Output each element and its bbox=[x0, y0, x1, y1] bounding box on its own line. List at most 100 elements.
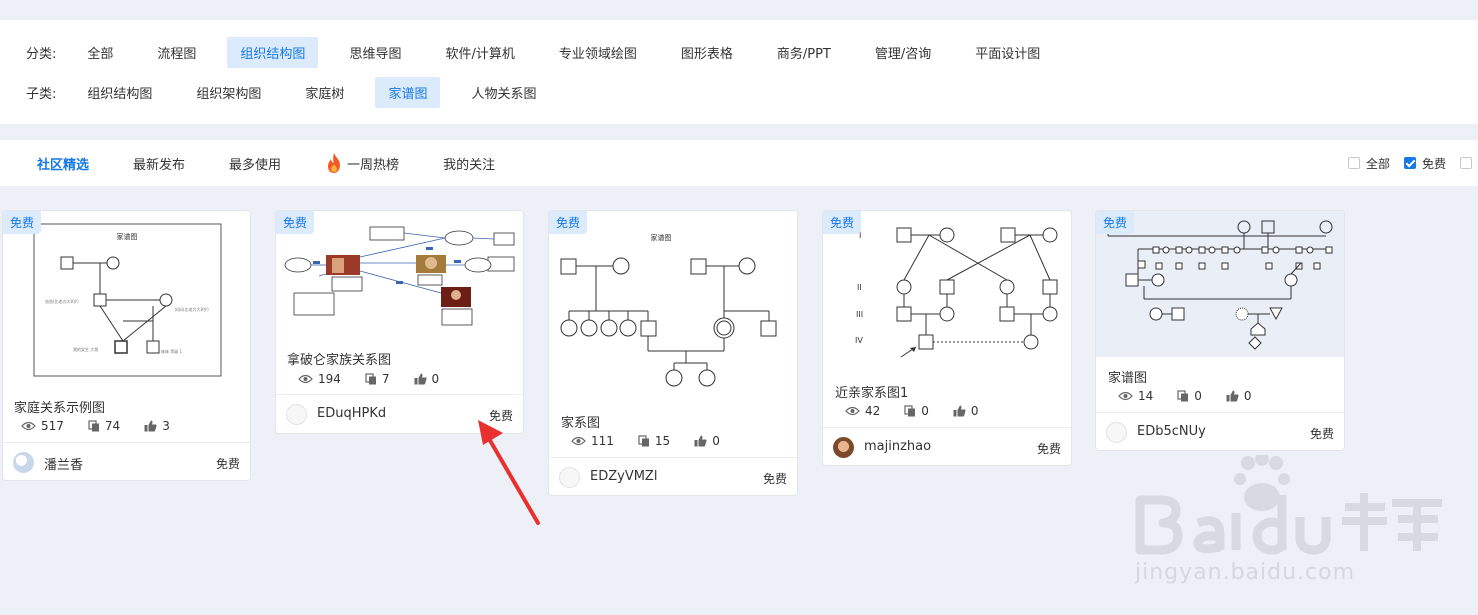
template-thumbnail[interactable] bbox=[1096, 211, 1344, 357]
category-mindmap[interactable]: 思维导图 bbox=[336, 37, 414, 68]
thumb-note-right: 妈妈(比老方大8岁) bbox=[175, 306, 209, 312]
template-card[interactable]: 免费 家谱图 爸爸(比老方大8岁) 妈妈(比老方大8岁) 我的女生 大我 妹妹 … bbox=[2, 210, 251, 481]
template-thumbnail[interactable]: I II III IV bbox=[823, 211, 1071, 371]
author-avatar[interactable] bbox=[1106, 422, 1127, 443]
thumbs-up-icon bbox=[414, 373, 427, 385]
eye-icon bbox=[298, 374, 313, 384]
tab-following[interactable]: 我的关注 bbox=[443, 154, 495, 173]
template-card[interactable]: 免费 I II III IV 近亲家系图1 42 0 0 majinzhao 免… bbox=[822, 210, 1072, 466]
filter-more-checkbox[interactable] bbox=[1460, 157, 1472, 169]
eye-icon bbox=[21, 421, 36, 431]
tab-weekly-hot-label: 一周热榜 bbox=[347, 157, 400, 173]
category-business-ppt[interactable]: 商务/PPT bbox=[764, 37, 844, 68]
likes-stat: 0 bbox=[1226, 389, 1252, 403]
copies-stat: 0 bbox=[904, 404, 929, 418]
category-org-chart[interactable]: 组织结构图 bbox=[227, 36, 319, 68]
price-filters: 全部 免费 bbox=[1347, 140, 1478, 186]
author-name[interactable]: EDb5cNUy bbox=[1137, 424, 1206, 439]
thumb-heading: 家谱图 bbox=[117, 232, 138, 241]
likes-count: 3 bbox=[162, 419, 170, 433]
subcategory-label: 子类: bbox=[26, 86, 57, 102]
tab-community-picks[interactable]: 社区精选 bbox=[37, 154, 89, 173]
thumb-note-left: 爸爸(比老方大8岁) bbox=[45, 298, 79, 304]
price-label: 免费 bbox=[762, 472, 787, 486]
free-badge: 免费 bbox=[276, 211, 315, 234]
category-software[interactable]: 软件/计算机 bbox=[432, 37, 527, 68]
category-all[interactable]: 全部 bbox=[74, 37, 126, 68]
watermark-text: jingyan.baidu.com bbox=[1135, 560, 1356, 585]
copies-count: 7 bbox=[381, 372, 390, 386]
views-count: 517 bbox=[41, 419, 64, 433]
template-stats: 111 15 0 bbox=[571, 434, 744, 448]
filter-all[interactable]: 全部 bbox=[1347, 155, 1390, 172]
subcategory-org-architecture[interactable]: 组织架构图 bbox=[183, 77, 274, 108]
thumbs-up-icon bbox=[694, 435, 707, 447]
author-name[interactable]: majinzhao bbox=[864, 439, 931, 454]
subcategory-org-structure[interactable]: 组织结构图 bbox=[74, 77, 165, 108]
thumb-child-note-1: 我的女生 大我 bbox=[73, 346, 98, 352]
filter-all-checkbox[interactable] bbox=[1347, 157, 1360, 169]
template-card[interactable]: 免费 bbox=[1095, 210, 1345, 451]
category-graphic-design[interactable]: 平面设计图 bbox=[962, 37, 1053, 68]
category-flowchart[interactable]: 流程图 bbox=[144, 37, 209, 68]
likes-count: 0 bbox=[970, 404, 979, 418]
author-avatar[interactable] bbox=[286, 404, 307, 425]
template-title[interactable]: 拿破仑家族关系图 bbox=[287, 349, 391, 368]
author-name[interactable]: EDZyVMZl bbox=[590, 469, 657, 484]
filter-more[interactable] bbox=[1460, 157, 1478, 169]
views-stat: 42 bbox=[845, 404, 880, 418]
likes-count: 0 bbox=[712, 434, 720, 448]
subcategory-genealogy[interactable]: 家谱图 bbox=[375, 76, 441, 108]
likes-stat: 3 bbox=[144, 419, 170, 433]
consanguinity-pedigree-thumb: I II III IV bbox=[855, 227, 1058, 358]
views-stat: 194 bbox=[298, 372, 341, 386]
author-name[interactable]: 潘兰香 bbox=[44, 454, 83, 473]
template-title[interactable]: 家庭关系示例图 bbox=[14, 397, 105, 416]
thumb-gen-label-2: II bbox=[857, 283, 862, 292]
copies-count: 74 bbox=[104, 419, 121, 433]
free-badge: 免费 bbox=[1096, 211, 1135, 234]
category-professional[interactable]: 专业领域绘图 bbox=[546, 37, 650, 68]
tab-latest[interactable]: 最新发布 bbox=[133, 154, 185, 173]
views-count: 42 bbox=[865, 404, 881, 418]
likes-count: 0 bbox=[431, 372, 440, 386]
filter-free-checkbox[interactable] bbox=[1403, 157, 1416, 169]
likes-stat: 0 bbox=[694, 434, 720, 448]
thumb-gen-label-4: IV bbox=[855, 336, 863, 345]
template-thumbnail[interactable]: 家谱图 bbox=[549, 211, 797, 401]
subcategory-relationship[interactable]: 人物关系图 bbox=[458, 77, 549, 108]
author-avatar[interactable] bbox=[13, 452, 34, 473]
filter-free[interactable]: 免费 bbox=[1403, 155, 1446, 172]
category-graphic-table[interactable]: 图形表格 bbox=[668, 37, 746, 68]
sort-tabs: 社区精选 最新发布 最多使用 一周热榜 我的关注 bbox=[37, 140, 539, 186]
views-count: 111 bbox=[591, 434, 614, 448]
card-footer: EDb5cNUy 免费 bbox=[1096, 412, 1344, 450]
template-stats: 14 0 0 bbox=[1118, 389, 1276, 403]
template-title[interactable]: 家谱图 bbox=[1108, 367, 1147, 386]
views-count: 194 bbox=[318, 372, 341, 386]
copies-count: 0 bbox=[921, 404, 929, 418]
price-label: 免费 bbox=[1309, 427, 1334, 441]
template-thumbnail[interactable]: 家谱图 爸爸(比老方大8岁) 妈妈(比老方大8岁) 我的女生 大我 妹妹 等级 … bbox=[3, 211, 250, 381]
template-card[interactable]: 免费 bbox=[275, 210, 524, 434]
filter-all-label: 全部 bbox=[1365, 156, 1390, 171]
copies-count: 0 bbox=[1194, 389, 1202, 403]
eye-icon bbox=[1118, 391, 1133, 401]
copies-stat: 74 bbox=[88, 419, 120, 433]
template-card[interactable]: 免费 家谱图 家系图 111 15 0 EDZyVMZl 免费 bbox=[548, 210, 798, 496]
views-stat: 517 bbox=[21, 419, 64, 433]
author-avatar[interactable] bbox=[559, 467, 580, 488]
template-stats: 194 7 0 bbox=[298, 372, 463, 386]
tab-most-used[interactable]: 最多使用 bbox=[229, 154, 281, 173]
category-management[interactable]: 管理/咨询 bbox=[862, 37, 944, 68]
template-title[interactable]: 近亲家系图1 bbox=[835, 382, 908, 401]
template-title[interactable]: 家系图 bbox=[561, 412, 600, 431]
author-avatar[interactable] bbox=[833, 437, 854, 458]
copy-icon bbox=[638, 435, 649, 447]
subcategory-row: 子类: 组织结构图 组织架构图 家庭树 家谱图 人物关系图 bbox=[26, 76, 567, 108]
copies-stat: 15 bbox=[638, 434, 670, 448]
tab-weekly-hot[interactable]: 一周热榜 bbox=[325, 152, 399, 174]
author-name[interactable]: EDuqHPKd bbox=[317, 406, 386, 421]
subcategory-family-tree[interactable]: 家庭树 bbox=[292, 77, 357, 108]
copy-icon bbox=[365, 373, 376, 385]
